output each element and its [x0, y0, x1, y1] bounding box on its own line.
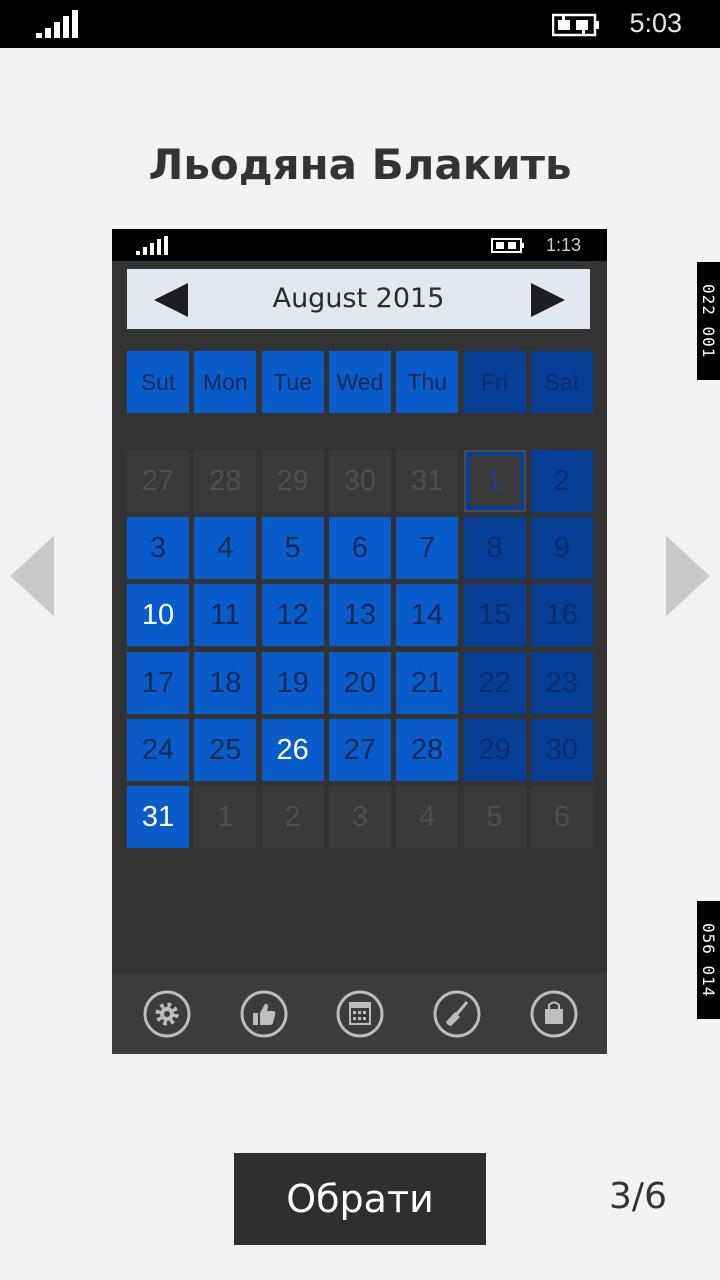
- calendar-day[interactable]: 18: [194, 651, 257, 714]
- theme-title: Льодяна Блакить: [148, 140, 572, 189]
- calendar-day[interactable]: 15: [463, 584, 526, 647]
- calendar-day[interactable]: 6: [530, 786, 593, 848]
- calendar-day[interactable]: 28: [396, 718, 459, 781]
- side-tag-top: 022 001: [697, 262, 720, 380]
- calendar-day[interactable]: 3: [328, 786, 391, 848]
- page-counter: 3/6: [609, 1176, 667, 1217]
- calendar-day[interactable]: 27: [328, 718, 391, 781]
- choose-button[interactable]: Обрати: [234, 1153, 486, 1245]
- calendar-day[interactable]: 13: [328, 584, 391, 647]
- next-arrow-icon[interactable]: [666, 536, 710, 616]
- calendar-day[interactable]: 20: [328, 651, 391, 714]
- weekday-header: Thu: [396, 351, 459, 413]
- calendar-day[interactable]: 10: [127, 584, 189, 647]
- calendar-day[interactable]: 1: [463, 450, 526, 512]
- calendar-day[interactable]: 25: [194, 718, 257, 781]
- calendar-day[interactable]: 6: [328, 517, 391, 580]
- theme-preview: 1:13 August 2015 Sut Mon Tue Wed Thu Fri Sat 27…: [112, 229, 607, 1054]
- calendar-day[interactable]: 4: [194, 517, 257, 580]
- store-bag-icon[interactable]: [530, 990, 578, 1038]
- calendar-day[interactable]: 2: [530, 450, 593, 512]
- calendar-day[interactable]: 8: [463, 517, 526, 580]
- calendar-day[interactable]: 29: [463, 718, 526, 781]
- calendar-day[interactable]: 28: [194, 450, 257, 512]
- calendar-day[interactable]: 2: [261, 786, 324, 848]
- calendar-day[interactable]: 30: [328, 450, 391, 512]
- calendar-day[interactable]: 31: [127, 786, 189, 848]
- calendar-grid: Sut Mon Tue Wed Thu Fri Sat 27 28 29 30 31 1 2 3 4 5 6 7 8 9…: [112, 229, 607, 1054]
- weekday-header: Sut: [127, 351, 189, 413]
- calendar-day[interactable]: 27: [127, 450, 189, 512]
- calendar-day[interactable]: 24: [127, 718, 189, 781]
- calendar-day[interactable]: 5: [261, 517, 324, 580]
- calendar-day[interactable]: 7: [396, 517, 459, 580]
- signal-icon: [36, 10, 78, 38]
- weekday-header: Tue: [261, 351, 324, 413]
- previous-arrow-icon[interactable]: [10, 536, 54, 616]
- weekday-header: Sat: [530, 351, 593, 413]
- preview-toolbar: [112, 973, 607, 1054]
- calendar-day[interactable]: 29: [261, 450, 324, 512]
- calendar-day[interactable]: 21: [396, 651, 459, 714]
- calendar-day[interactable]: 26: [261, 718, 324, 781]
- calendar-day[interactable]: 16: [530, 584, 593, 647]
- battery-charging-icon: [552, 13, 599, 37]
- calendar-day[interactable]: 17: [127, 651, 189, 714]
- calendar-day[interactable]: 14: [396, 584, 459, 647]
- thumbs-up-icon[interactable]: [240, 990, 288, 1038]
- calendar-day[interactable]: 23: [530, 651, 593, 714]
- calendar-day[interactable]: 31: [396, 450, 459, 512]
- brush-icon[interactable]: [433, 990, 481, 1038]
- calendar-icon[interactable]: [336, 990, 384, 1038]
- calendar-day[interactable]: 19: [261, 651, 324, 714]
- weekday-header: Wed: [328, 351, 391, 413]
- calendar-day[interactable]: 22: [463, 651, 526, 714]
- settings-icon[interactable]: [143, 990, 191, 1038]
- status-bar: 5:03: [0, 0, 720, 48]
- side-tag-bottom: 056 014: [697, 901, 720, 1019]
- calendar-day[interactable]: 11: [194, 584, 257, 647]
- calendar-day[interactable]: 30: [530, 718, 593, 781]
- calendar-day[interactable]: 9: [530, 517, 593, 580]
- calendar-day[interactable]: 5: [463, 786, 526, 848]
- calendar-day[interactable]: 1: [194, 786, 257, 848]
- clock-time: 5:03: [629, 8, 682, 38]
- calendar-day[interactable]: 3: [127, 517, 189, 580]
- weekday-header: Fri: [463, 351, 526, 413]
- calendar-day[interactable]: 4: [396, 786, 459, 848]
- weekday-header: Mon: [194, 351, 257, 413]
- calendar-day[interactable]: 12: [261, 584, 324, 647]
